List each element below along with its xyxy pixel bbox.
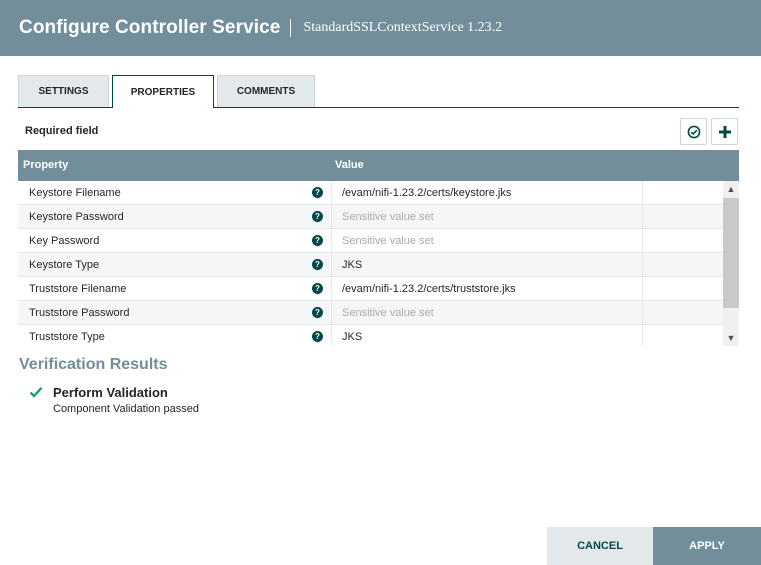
property-value-cell[interactable]: JKS bbox=[331, 253, 643, 277]
column-header-property: Property bbox=[23, 159, 69, 171]
table-row[interactable]: Truststore Password ? Sensitive value se… bbox=[18, 301, 723, 325]
properties-table-header: Property Value bbox=[18, 150, 739, 181]
property-value-cell[interactable]: /evam/nifi-1.23.2/certs/keystore.jks bbox=[331, 181, 643, 205]
properties-table: Keystore Filename ? /evam/nifi-1.23.2/ce… bbox=[18, 181, 723, 346]
property-value-cell[interactable]: Sensitive value set bbox=[331, 301, 643, 325]
add-property-button[interactable] bbox=[711, 118, 738, 145]
verification-item-detail: Component Validation passed bbox=[53, 403, 199, 415]
property-name: Truststore Password bbox=[29, 307, 130, 319]
scroll-thumb[interactable] bbox=[723, 198, 739, 308]
verify-properties-button[interactable] bbox=[680, 118, 707, 145]
property-value-cell[interactable]: /evam/nifi-1.23.2/certs/truststore.jks bbox=[331, 277, 643, 301]
property-name: Truststore Filename bbox=[29, 283, 127, 295]
property-value: Sensitive value set bbox=[342, 235, 434, 247]
help-icon[interactable]: ? bbox=[312, 307, 323, 318]
property-value: Sensitive value set bbox=[342, 307, 434, 319]
property-value: JKS bbox=[342, 259, 363, 271]
property-name: Keystore Type bbox=[29, 259, 100, 271]
property-value: JKS bbox=[342, 331, 363, 343]
help-icon[interactable]: ? bbox=[312, 187, 323, 198]
plus-icon bbox=[718, 125, 731, 138]
required-field-label: Required field bbox=[25, 125, 99, 137]
help-icon[interactable]: ? bbox=[312, 235, 323, 246]
scroll-up-arrow-icon[interactable]: ▲ bbox=[723, 181, 739, 197]
tab-comments[interactable]: COMMENTS bbox=[217, 75, 315, 107]
property-name: Keystore Filename bbox=[29, 187, 121, 199]
tab-settings[interactable]: SETTINGS bbox=[18, 75, 109, 107]
help-icon[interactable]: ? bbox=[312, 211, 323, 222]
table-row[interactable]: Key Password ? Sensitive value set bbox=[18, 229, 723, 253]
property-name: Keystore Password bbox=[29, 211, 124, 223]
help-icon[interactable]: ? bbox=[312, 283, 323, 294]
property-value: /evam/nifi-1.23.2/certs/keystore.jks bbox=[342, 187, 512, 199]
property-value: Sensitive value set bbox=[342, 211, 434, 223]
dialog-title: Configure Controller Service bbox=[19, 17, 281, 38]
tab-bar: SETTINGS PROPERTIES COMMENTS bbox=[18, 75, 739, 108]
property-name: Truststore Type bbox=[29, 331, 105, 343]
table-row[interactable]: Truststore Type ? JKS bbox=[18, 325, 723, 346]
property-value: /evam/nifi-1.23.2/certs/truststore.jks bbox=[342, 283, 516, 295]
cancel-button[interactable]: CANCEL bbox=[547, 527, 653, 565]
table-row[interactable]: Truststore Filename ? /evam/nifi-1.23.2/… bbox=[18, 277, 723, 301]
title-divider bbox=[290, 19, 292, 37]
property-value-cell[interactable]: Sensitive value set bbox=[331, 229, 643, 253]
column-header-value: Value bbox=[335, 159, 364, 171]
table-row[interactable]: Keystore Filename ? /evam/nifi-1.23.2/ce… bbox=[18, 181, 723, 205]
checkmark-icon bbox=[29, 386, 43, 398]
verification-item-name: Perform Validation bbox=[53, 385, 168, 400]
apply-button[interactable]: APPLY bbox=[653, 527, 761, 565]
dialog-header: Configure Controller Service StandardSSL… bbox=[0, 0, 761, 56]
table-row[interactable]: Keystore Type ? JKS bbox=[18, 253, 723, 277]
property-name: Key Password bbox=[29, 235, 100, 247]
scroll-down-arrow-icon[interactable]: ▼ bbox=[723, 330, 739, 346]
help-icon[interactable]: ? bbox=[312, 331, 323, 342]
verification-results-title: Verification Results bbox=[19, 356, 168, 373]
property-value-cell[interactable]: JKS bbox=[331, 325, 643, 346]
dialog-subtitle: StandardSSLContextService 1.23.2 bbox=[303, 20, 503, 35]
help-icon[interactable]: ? bbox=[312, 259, 323, 270]
tab-properties[interactable]: PROPERTIES bbox=[112, 75, 214, 108]
table-scrollbar[interactable]: ▲ ▼ bbox=[723, 181, 739, 346]
check-circle-icon bbox=[687, 125, 700, 138]
table-row[interactable]: Keystore Password ? Sensitive value set bbox=[18, 205, 723, 229]
property-value-cell[interactable]: Sensitive value set bbox=[331, 205, 643, 229]
